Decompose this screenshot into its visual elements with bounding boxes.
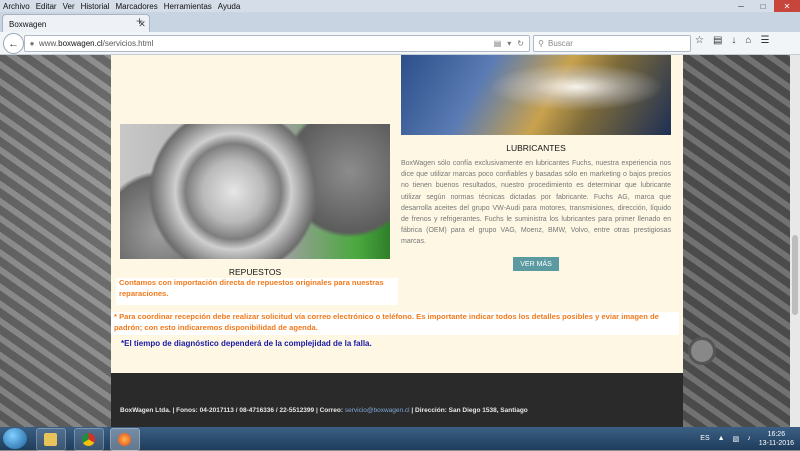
import-notice: Contamos con importación directa de repu… <box>116 278 398 305</box>
menu-historial[interactable]: Historial <box>78 2 113 11</box>
new-tab-button[interactable]: + <box>136 14 143 28</box>
footer-address: | Dirección: San Diego 1538, Santiago <box>409 407 528 414</box>
menu-marcadores[interactable]: Marcadores <box>113 2 161 11</box>
url-domain: boxwagen.cl <box>58 39 103 48</box>
system-tray: ES ▲ ▧ ♪ 16:26 13-11-2016 <box>700 427 794 450</box>
url-text: www.boxwagen.cl/servicios.html <box>39 39 494 48</box>
page-scrollbar[interactable] <box>790 55 800 427</box>
tab-strip: Boxwagen ✕ <box>0 12 800 33</box>
window-controls: ─ □ ✕ <box>730 0 800 12</box>
search-icon: ⚲ <box>538 39 544 48</box>
url-bar[interactable]: ● www.boxwagen.cl/servicios.html ▤ ▾ ↻ <box>24 35 530 52</box>
clock-time: 16:26 <box>767 430 786 438</box>
taskbar-firefox[interactable] <box>110 428 140 451</box>
reader-view-icon[interactable]: ▤ <box>494 39 502 48</box>
menu-archivo[interactable]: Archivo <box>0 2 33 11</box>
taskbar-chrome[interactable] <box>74 428 104 451</box>
repuestos-image <box>120 124 390 259</box>
clock[interactable]: 16:26 13-11-2016 <box>759 430 794 448</box>
maximize-icon[interactable]: □ <box>752 0 774 12</box>
navigation-bar: ← ● www.boxwagen.cl/servicios.html ▤ ▾ ↻… <box>0 32 800 55</box>
firefox-icon <box>118 433 131 446</box>
language-indicator[interactable]: ES <box>700 435 709 442</box>
scrollbar-thumb[interactable] <box>792 235 798 315</box>
cut-off-text: ······· <box>120 55 136 58</box>
tray-arrow-icon[interactable]: ▲ <box>718 435 725 442</box>
folder-icon <box>44 433 57 446</box>
footer-company-phones: BoxWagen Ltda. | Fonos: 04-2017113 / 08-… <box>120 407 345 414</box>
taskbar-explorer[interactable] <box>36 428 66 451</box>
content-panel: ······· LUBRICANTES BoxWagen sólo confía… <box>111 55 683 373</box>
menu-editar[interactable]: Editar <box>33 2 60 11</box>
home-icon[interactable]: ⌂ <box>745 35 751 46</box>
page-viewport[interactable]: ······· LUBRICANTES BoxWagen sólo confía… <box>0 55 800 427</box>
taskbar: ES ▲ ▧ ♪ 16:26 13-11-2016 <box>0 427 800 451</box>
url-path: /servicios.html <box>102 39 154 48</box>
dropdown-arrow-icon[interactable]: ▾ <box>507 39 511 48</box>
hamburger-menu-icon[interactable]: ☰ <box>760 35 769 46</box>
footer-email-link[interactable]: servicio@boxwagen.cl <box>345 407 410 414</box>
search-placeholder: Buscar <box>548 39 573 48</box>
clock-date: 13-11-2016 <box>758 439 794 447</box>
menu-bar: Archivo Editar Ver Historial Marcadores … <box>0 0 800 12</box>
bookmark-star-icon[interactable]: ☆ <box>695 35 704 46</box>
page-footer: BoxWagen Ltda. | Fonos: 04-2017113 / 08-… <box>111 373 683 427</box>
footer-contact: BoxWagen Ltda. | Fonos: 04-2017113 / 08-… <box>120 407 528 414</box>
url-tools: ▤ ▾ ↻ <box>494 39 529 48</box>
ver-mas-button[interactable]: VER MÁS <box>513 257 559 271</box>
toolbar-icons: ☆ ▤ ↓ ⌂ ☰ <box>695 35 769 46</box>
back-button[interactable]: ← <box>3 33 24 54</box>
background-gear-decoration <box>688 337 716 365</box>
tab-boxwagen[interactable]: Boxwagen ✕ <box>2 14 150 33</box>
download-icon[interactable]: ↓ <box>731 35 736 46</box>
tab-title: Boxwagen <box>9 19 47 29</box>
globe-icon: ● <box>29 39 35 48</box>
chrome-icon <box>82 433 95 446</box>
close-window-icon[interactable]: ✕ <box>774 0 800 12</box>
menu-ayuda[interactable]: Ayuda <box>215 2 244 11</box>
lubricantes-image <box>401 55 671 135</box>
network-icon[interactable]: ▧ <box>733 435 740 443</box>
search-bar[interactable]: ⚲ Buscar <box>533 35 691 52</box>
menu-herramientas[interactable]: Herramientas <box>161 2 215 11</box>
start-button[interactable] <box>3 428 27 449</box>
minimize-icon[interactable]: ─ <box>730 0 752 12</box>
lubricantes-title: LUBRICANTES <box>506 143 566 153</box>
back-arrow-icon: ← <box>8 37 19 50</box>
volume-icon[interactable]: ♪ <box>747 435 751 442</box>
repuestos-title: REPUESTOS <box>228 267 282 277</box>
menu-ver[interactable]: Ver <box>60 2 78 11</box>
url-prefix: www. <box>39 39 59 48</box>
reception-notice: * Para coordinar recepción debe realizar… <box>111 312 679 335</box>
diagnostic-notice: *El tiempo de diagnóstico dependerá de l… <box>121 339 372 348</box>
bookmarks-list-icon[interactable]: ▤ <box>713 35 722 46</box>
lubricantes-description: BoxWagen sólo confía exclusivamente en l… <box>401 160 671 246</box>
reload-icon[interactable]: ↻ <box>517 39 524 48</box>
